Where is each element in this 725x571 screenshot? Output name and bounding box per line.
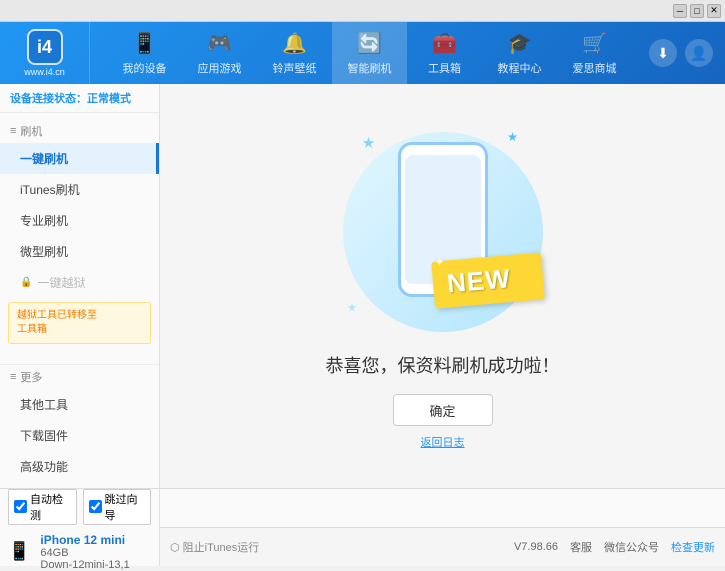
service-link[interactable]: 客服 — [570, 539, 592, 555]
return-log-link[interactable]: 返回日志 — [421, 434, 465, 450]
nav-smartflash[interactable]: 🔄 智能刷机 — [332, 22, 407, 84]
jailbreak-warning: 越狱工具已转移至 工具箱 — [8, 302, 151, 344]
bottom-right-area: ⬡ 阻止iTunes运行 V7.98.66 客服 微信公众号 检查更新 — [160, 489, 725, 566]
advanced-label: 高级功能 — [20, 458, 68, 475]
nav-appgame-icon: 🎮 — [207, 31, 232, 56]
bottom-spacer — [160, 489, 725, 527]
nav-ringtone-label: 铃声壁纸 — [273, 60, 317, 76]
device-name: iPhone 12 mini — [40, 533, 129, 547]
device-section: 自动检测 跳过向导 📱 iPhone 12 mini 64GB Down-12m… — [0, 489, 160, 566]
nav-tutorial[interactable]: 🎓 教程中心 — [482, 22, 557, 84]
header: i4 www.i4.cn 📱 我的设备 🎮 应用游戏 🔔 铃声壁纸 🔄 智能刷机… — [0, 22, 725, 84]
nav-bar: 📱 我的设备 🎮 应用游戏 🔔 铃声壁纸 🔄 智能刷机 🧰 工具箱 🎓 教程中心… — [90, 22, 649, 84]
logo-icon: i4 — [27, 29, 63, 65]
sparkle-3 — [348, 303, 357, 312]
flash-group-header: ≡刷机 — [0, 119, 159, 143]
nav-ringtone[interactable]: 🔔 铃声壁纸 — [257, 22, 332, 84]
micro-label: 微型刷机 — [20, 243, 68, 260]
user-button[interactable]: 👤 — [685, 39, 713, 67]
titlebar: ─ □ ✕ — [0, 0, 725, 22]
status-label: 设备连接状态： — [10, 93, 87, 105]
sidebar-item-othertool[interactable]: 其他工具 — [0, 389, 159, 420]
flash-section: ≡刷机 一键刷机 iTunes刷机 专业刷机 微型刷机 🔒 一键越狱 — [0, 113, 159, 354]
nav-mydevice-label: 我的设备 — [123, 60, 167, 76]
ribbon-star-left: ✦ — [435, 255, 445, 269]
auto-connect-label: 自动检测 — [30, 491, 71, 523]
device-icon: 📱 — [8, 541, 30, 562]
itunes-status-label: 阻止iTunes运行 — [183, 542, 260, 554]
ribbon-body: NEW — [431, 252, 545, 308]
sidebar-item-itunes[interactable]: iTunes刷机 — [0, 174, 159, 205]
nav-mall-icon: 🛒 — [582, 31, 607, 56]
nav-toolbox[interactable]: 🧰 工具箱 — [407, 22, 482, 84]
skip-wizard-checkbox[interactable] — [89, 500, 102, 513]
content-area: NEW ✦ ✦ 恭喜您，保资料刷机成功啦！ 确定 返回日志 — [160, 84, 725, 488]
device-info: iPhone 12 mini 64GB Down-12mini-13,1 — [40, 533, 129, 571]
nav-smartflash-icon: 🔄 — [357, 31, 382, 56]
nav-mall-label: 爱思商城 — [573, 60, 617, 76]
new-ribbon: NEW ✦ ✦ — [433, 257, 543, 312]
sparkle-2 — [508, 132, 518, 142]
auto-connect-checkbox[interactable] — [14, 500, 27, 513]
itunes-label: iTunes刷机 — [20, 181, 80, 198]
skip-wizard-checkbox-label[interactable]: 跳过向导 — [83, 489, 152, 525]
main-area: 设备连接状态：正常模式 ≡刷机 一键刷机 iTunes刷机 专业刷机 微型刷机 — [0, 84, 725, 488]
update-link[interactable]: 检查更新 — [671, 539, 715, 555]
nav-ringtone-icon: 🔔 — [282, 31, 307, 56]
nav-appgame-label: 应用游戏 — [198, 60, 242, 76]
othertool-label: 其他工具 — [20, 396, 68, 413]
download-button[interactable]: ⬇ — [649, 39, 677, 67]
skip-wizard-label: 跳过向导 — [105, 491, 146, 523]
onekey-label: 一键刷机 — [20, 150, 68, 167]
wechat-link[interactable]: 微信公众号 — [604, 539, 659, 555]
sidebar-item-micro[interactable]: 微型刷机 — [0, 236, 159, 267]
jailbreak-label: 一键越狱 — [37, 274, 85, 291]
logo[interactable]: i4 www.i4.cn — [0, 22, 90, 84]
nav-smartflash-label: 智能刷机 — [348, 60, 392, 76]
sidebar-item-onekey[interactable]: 一键刷机 — [0, 143, 159, 174]
status-bar: 设备连接状态：正常模式 — [0, 84, 159, 113]
nav-tutorial-label: 教程中心 — [498, 60, 542, 76]
download-fw-label: 下载固件 — [20, 427, 68, 444]
nav-mydevice-icon: 📱 — [132, 31, 157, 56]
nav-toolbox-label: 工具箱 — [428, 60, 461, 76]
sidebar-item-advanced[interactable]: 高级功能 — [0, 451, 159, 482]
nav-toolbox-icon: 🧰 — [432, 31, 457, 56]
bottom-status-bar: ⬡ 阻止iTunes运行 V7.98.66 客服 微信公众号 检查更新 — [160, 527, 725, 566]
sidebar-item-pro[interactable]: 专业刷机 — [0, 205, 159, 236]
ribbon-star-right: ✦ — [532, 303, 540, 314]
sidebar-item-download[interactable]: 下载固件 — [0, 420, 159, 451]
nav-mydevice[interactable]: 📱 我的设备 — [107, 22, 182, 84]
status-value: 正常模式 — [87, 93, 131, 105]
nav-appgame[interactable]: 🎮 应用游戏 — [182, 22, 257, 84]
logo-subtitle: www.i4.cn — [24, 67, 65, 77]
close-button[interactable]: ✕ — [707, 4, 721, 18]
pro-label: 专业刷机 — [20, 212, 68, 229]
itunes-status: ⬡ 阻止iTunes运行 — [170, 539, 259, 555]
device-model: Down-12mini-13,1 — [40, 559, 129, 571]
minimize-button[interactable]: ─ — [673, 4, 687, 18]
auto-connect-checkbox-label[interactable]: 自动检测 — [8, 489, 77, 525]
ribbon-text: NEW — [445, 261, 529, 299]
success-illustration: NEW ✦ ✦ — [333, 122, 553, 342]
nav-tutorial-icon: 🎓 — [507, 31, 532, 56]
more-group-header: ≡更多 — [0, 364, 159, 389]
version-label: V7.98.66 — [514, 541, 558, 553]
bottom-combined: 自动检测 跳过向导 📱 iPhone 12 mini 64GB Down-12m… — [0, 488, 725, 566]
bottom-right-links: V7.98.66 客服 微信公众号 检查更新 — [514, 539, 715, 555]
nav-mall[interactable]: 🛒 爱思商城 — [557, 22, 632, 84]
more-section: ≡更多 其他工具 下载固件 高级功能 — [0, 354, 159, 488]
sidebar: 设备连接状态：正常模式 ≡刷机 一键刷机 iTunes刷机 专业刷机 微型刷机 — [0, 84, 160, 488]
device-storage: 64GB — [40, 547, 129, 559]
sidebar-item-jailbreak: 🔒 一键越狱 — [0, 267, 159, 298]
nav-right-actions: ⬇ 👤 — [649, 39, 725, 67]
sparkle-1 — [363, 137, 375, 149]
success-title: 恭喜您，保资料刷机成功啦！ — [326, 352, 560, 378]
maximize-button[interactable]: □ — [690, 4, 704, 18]
confirm-button[interactable]: 确定 — [393, 394, 493, 426]
